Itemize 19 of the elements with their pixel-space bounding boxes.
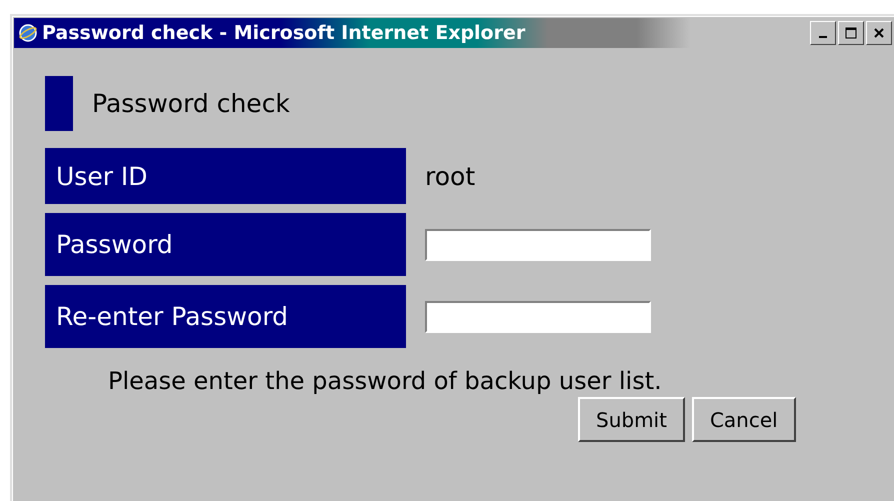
cancel-button[interactable]: Cancel [692, 397, 796, 442]
password-field[interactable] [425, 300, 651, 332]
field-label: Re-enter Password [45, 285, 406, 348]
minimize-icon [819, 36, 827, 38]
close-icon [873, 27, 885, 39]
instruction-text: Please enter the password of backup user list. [108, 367, 663, 395]
close-button[interactable] [866, 21, 892, 45]
globe-icon [18, 23, 38, 43]
window-title: Password check - Microsoft Internet Explorer [42, 22, 526, 44]
field-label: User ID [45, 148, 406, 204]
field-label: Password [45, 213, 406, 276]
field-value: root [425, 162, 476, 190]
page-heading: Password check [92, 89, 290, 118]
minimize-button[interactable] [810, 21, 836, 45]
submit-button[interactable]: Submit [578, 397, 685, 442]
maximize-button[interactable] [838, 21, 864, 45]
heading-marker [45, 76, 73, 131]
password-field[interactable] [425, 228, 651, 260]
maximize-icon [845, 27, 857, 39]
